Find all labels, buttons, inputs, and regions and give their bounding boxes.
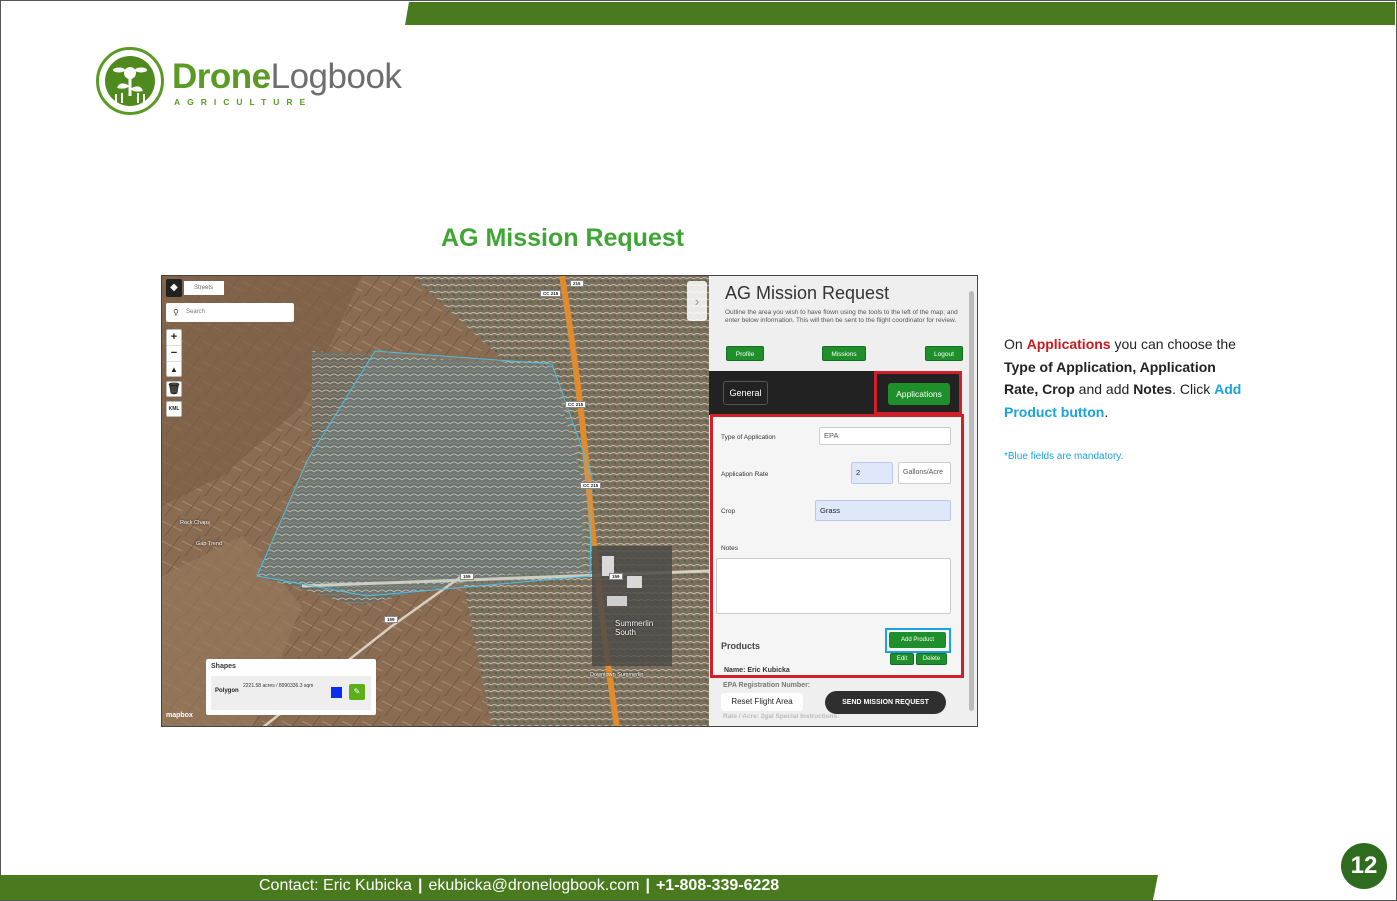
- mandatory-note: *Blue fields are mandatory.: [1004, 451, 1124, 462]
- epa-registration-line: EPA Registration Number:: [723, 682, 811, 689]
- delete-product-button[interactable]: Delete: [916, 653, 947, 665]
- road-shield: 159: [460, 573, 474, 580]
- mapbox-attribution: mapbox: [166, 712, 193, 719]
- reset-flight-area-button[interactable]: Reset Flight Area: [721, 693, 803, 711]
- shapes-panel: Shapes Polygon 2221.58 acres / 8990336.3…: [206, 659, 376, 715]
- shapes-title: Shapes: [211, 663, 236, 670]
- applications-tab-highlight: Applications: [874, 371, 962, 415]
- form-title: AG Mission Request: [725, 283, 890, 303]
- shape-color-swatch[interactable]: [331, 687, 342, 698]
- footer-contact: Contact: Eric Kubicka | ekubicka@dronelogb…: [259, 877, 779, 895]
- shape-type: Polygon: [215, 688, 239, 694]
- road-shield: 215: [570, 280, 584, 287]
- compass-icon[interactable]: ▲: [167, 362, 181, 378]
- crop-label: Crop: [721, 508, 736, 515]
- pencil-icon[interactable]: ✎: [349, 684, 365, 700]
- instructions-text: On Applications you can choose the Type …: [1004, 333, 1244, 423]
- add-product-button[interactable]: Add Product: [889, 632, 946, 648]
- shape-row[interactable]: Polygon 2221.58 acres / 8990336.3 sqm ✎: [211, 676, 371, 710]
- note-applications: Applications: [1026, 336, 1111, 352]
- road-shield: 159: [609, 573, 623, 580]
- layers-icon[interactable]: ◆: [166, 279, 182, 297]
- form-scrollbar[interactable]: [969, 291, 974, 711]
- road-shield: 159: [384, 616, 398, 623]
- form-tabs: General Applications: [709, 371, 962, 415]
- drone-plant-icon: [113, 67, 147, 103]
- crop-field[interactable]: Grass: [815, 500, 951, 521]
- tab-general[interactable]: General: [723, 381, 768, 405]
- note-text: On: [1004, 336, 1027, 352]
- footer-separator: |: [645, 877, 650, 894]
- notes-textarea[interactable]: [716, 558, 951, 614]
- tab-applications[interactable]: Applications: [888, 383, 950, 405]
- mission-request-form: AG Mission Request Outline the area you …: [709, 276, 977, 726]
- footer-email[interactable]: ekubicka@dronelogbook.com: [428, 877, 639, 894]
- application-rate-label: Application Rate: [721, 471, 769, 478]
- type-of-application-label: Type of Application: [721, 434, 776, 441]
- search-icon: ⚲: [173, 308, 179, 317]
- type-of-application-field[interactable]: EPA: [819, 427, 951, 445]
- map-style-label[interactable]: Streets: [184, 281, 224, 295]
- road-shield: CC 215: [580, 482, 602, 489]
- logo-wordmark: DroneLogbook: [172, 57, 402, 96]
- logo-emblem-inner: [105, 56, 155, 106]
- map-place-label: Rock Chaps: [180, 520, 210, 526]
- note-text: and add: [1074, 381, 1134, 397]
- footer-phone[interactable]: +1-808-339-6228: [656, 877, 779, 894]
- page-title: AG Mission Request: [441, 224, 685, 252]
- footer-contact-name: Contact: Eric Kubicka: [259, 877, 412, 894]
- product-name-line: Name: Eric Kubicka: [724, 667, 790, 674]
- profile-button[interactable]: Profile: [726, 346, 764, 361]
- form-description: Outline the area you wish to have flown …: [725, 309, 958, 324]
- road-shield: CC 215: [565, 401, 587, 408]
- missions-button[interactable]: Missions: [822, 346, 866, 361]
- satellite-map[interactable]: ◆ Streets ⚲ Search + − ▲ 🗑 KML Rock Chap…: [162, 276, 709, 726]
- note-notes: Notes: [1133, 381, 1173, 397]
- kml-button[interactable]: KML: [166, 401, 182, 417]
- collapse-panel-icon[interactable]: ›: [687, 281, 707, 321]
- map-place-label: Gap Trend: [196, 541, 222, 547]
- road-shield: CC 215: [540, 290, 562, 297]
- trash-icon[interactable]: 🗑: [166, 381, 182, 397]
- app-screenshot: ◆ Streets ⚲ Search + − ▲ 🗑 KML Rock Chap…: [161, 275, 978, 727]
- zoom-out-icon[interactable]: −: [167, 346, 181, 362]
- application-rate-field[interactable]: 2: [851, 462, 893, 484]
- dronelogbook-logo: DroneLogbook AGRICULTURE: [96, 47, 426, 117]
- logo-emblem: [96, 47, 164, 115]
- zoom-controls: + − ▲: [166, 329, 182, 377]
- products-label: Products: [721, 641, 761, 651]
- logo-word-logbook: Logbook: [270, 57, 402, 96]
- map-place-label: Downtown Summerlin: [590, 672, 644, 678]
- note-text: you can choose the: [1110, 336, 1236, 352]
- application-rate-unit[interactable]: Gallons/Acre: [898, 462, 951, 484]
- map-search-input[interactable]: ⚲ Search: [166, 303, 294, 322]
- logout-button[interactable]: Logout: [925, 346, 963, 361]
- top-green-band: [405, 2, 1395, 25]
- note-text: .: [1104, 403, 1109, 420]
- map-place-label: Summerlin South: [615, 619, 654, 637]
- notes-label: Notes: [721, 545, 738, 552]
- send-mission-request-button[interactable]: SEND MISSION REQUEST: [825, 691, 946, 714]
- applications-section: Type of Application EPA Application Rate…: [710, 414, 964, 678]
- add-product-highlight: Add Product: [885, 628, 951, 653]
- map-search-placeholder: Search: [186, 309, 206, 315]
- page-number-badge: 12: [1341, 843, 1387, 889]
- zoom-in-icon[interactable]: +: [167, 330, 181, 346]
- shape-area: 2221.58 acres / 8990336.3 sqm: [243, 683, 314, 689]
- logo-word-drone: Drone: [172, 57, 271, 96]
- rate-instructions-line: Rate / Acre: 2gal Special Instructions:: [723, 713, 840, 720]
- footer-separator: |: [417, 877, 423, 894]
- note-text: . Click: [1172, 381, 1215, 397]
- edit-product-button[interactable]: Edit: [890, 653, 914, 665]
- logo-tagline: AGRICULTURE: [174, 97, 313, 107]
